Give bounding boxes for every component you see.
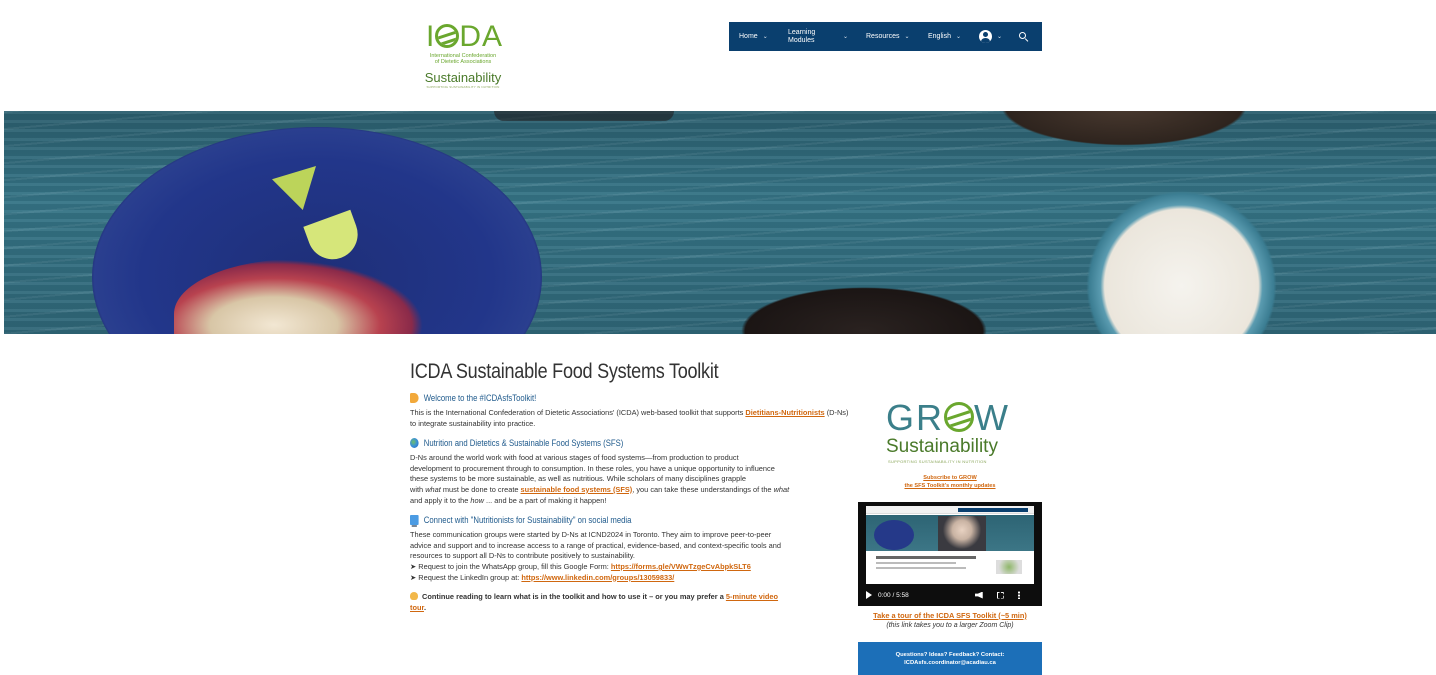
section-heading-nd-sfs: Nutrition and Dietetics & Sustainable Fo… [410,438,788,449]
dietitians-nutritionists-link[interactable]: Dietitians-Nutritionists [745,408,824,417]
welcome-paragraph: This is the International Confederation … [410,408,849,428]
nav-resources[interactable]: Resources ⌄ [866,22,928,51]
waving-hand-icon [410,393,419,403]
logo-subtitle: International Confederation of Dietetic … [429,53,497,65]
icda-sustainability-logo[interactable]: I DA International Confederation of Diete… [418,22,508,92]
sidebar: GR W Sustainability SUPPORTING SUSTAINABI… [858,398,1042,675]
sustainable-food-systems-link[interactable]: sustainable food systems (SFS) [521,485,633,494]
section-heading-welcome: Welcome to the #ICDAsfsToolkit! [410,393,788,403]
tour-video-player[interactable]: 0:00 / 5:58 [858,502,1042,606]
continue-paragraph: Continue reading to learn what is in the… [410,592,779,612]
hero-dark-bowl [984,111,1264,151]
play-icon[interactable] [866,591,872,599]
presenter-thumbnail [938,516,986,551]
subscribe-link[interactable]: Subscribe to GROW the SFS Toolkit's mont… [858,474,1042,490]
hero-food-table-image [4,111,1436,334]
social-paragraph: These communication groups were started … [410,530,781,582]
logo-tagline: SUPPORTING SUSTAINABILITY IN NUTRITION [426,85,500,89]
nav-language-select[interactable]: English ⌄ [928,22,979,51]
video-tour-link[interactable]: 5-minute video [726,592,778,601]
volume-icon[interactable] [974,591,983,599]
nav-user-menu[interactable]: ⌄ [979,22,1013,51]
nav-home[interactable]: Home ⌄ [739,22,788,51]
chevron-down-icon: ⌄ [843,33,849,40]
section-heading-social: Connect with "Nutritionists for Sustaina… [410,515,788,528]
chevron-down-icon: ⌄ [762,34,768,40]
linkedin-group-link[interactable]: https://www.linkedin.com/groups/13059833… [521,573,674,582]
chevron-down-icon: ⌄ [997,34,1003,40]
tour-link[interactable]: Take a tour of the ICDA SFS Toolkit (~5 … [858,611,1042,620]
chevron-down-icon: ⌄ [904,34,910,40]
chevron-down-icon: ⌄ [955,34,961,40]
user-circle-icon [979,30,992,43]
pointing-hand-icon [410,592,418,601]
page-title: ICDA Sustainable Food Systems Toolkit [410,360,719,383]
contact-box[interactable]: Questions? Ideas? Feedback? Contact: ICD… [858,642,1042,675]
logo-sustainability: Sustainability [424,70,502,85]
video-controls: 0:00 / 5:58 [858,584,1042,606]
leaf-globe-icon [944,402,974,432]
computer-icon [410,515,419,528]
video-thumbnail [866,506,1034,584]
video-time: 0:00 / 5:58 [878,591,909,599]
main-nav: Home ⌄ Learning Modules ⌄ Resources ⌄ En… [729,22,1042,51]
more-options-icon[interactable] [1017,591,1020,599]
icda-logo-mark: I DA [426,20,504,53]
site-header: I DA International Confederation of Diete… [0,0,1436,110]
leaf-globe-icon [435,24,460,48]
nav-search-button[interactable] [1013,22,1028,51]
hero-cream-bowl [1079,191,1284,334]
grow-sustainability-logo[interactable]: GR W Sustainability SUPPORTING SUSTAINABI… [858,398,1042,466]
nav-learning-modules[interactable]: Learning Modules ⌄ [788,22,866,51]
tour-note: (this link takes you to a larger Zoom Cl… [886,622,1014,629]
whatsapp-form-link[interactable]: https://forms.gle/VWwTzgeCvAbpkSLT6 [611,562,751,571]
main-content: ICDA Sustainable Food Systems Toolkit We… [410,360,850,613]
hero-dark-plate [724,281,1004,334]
grow-wordmark: GR W [886,397,1010,438]
nd-sfs-paragraph: D-Ns around the world work with food at … [410,453,790,505]
fullscreen-icon[interactable] [996,591,1004,599]
globe-icon [410,438,419,449]
hero-shadow [494,111,674,121]
search-icon [1019,32,1028,41]
video-tour-link-cont[interactable]: tour [410,603,424,612]
